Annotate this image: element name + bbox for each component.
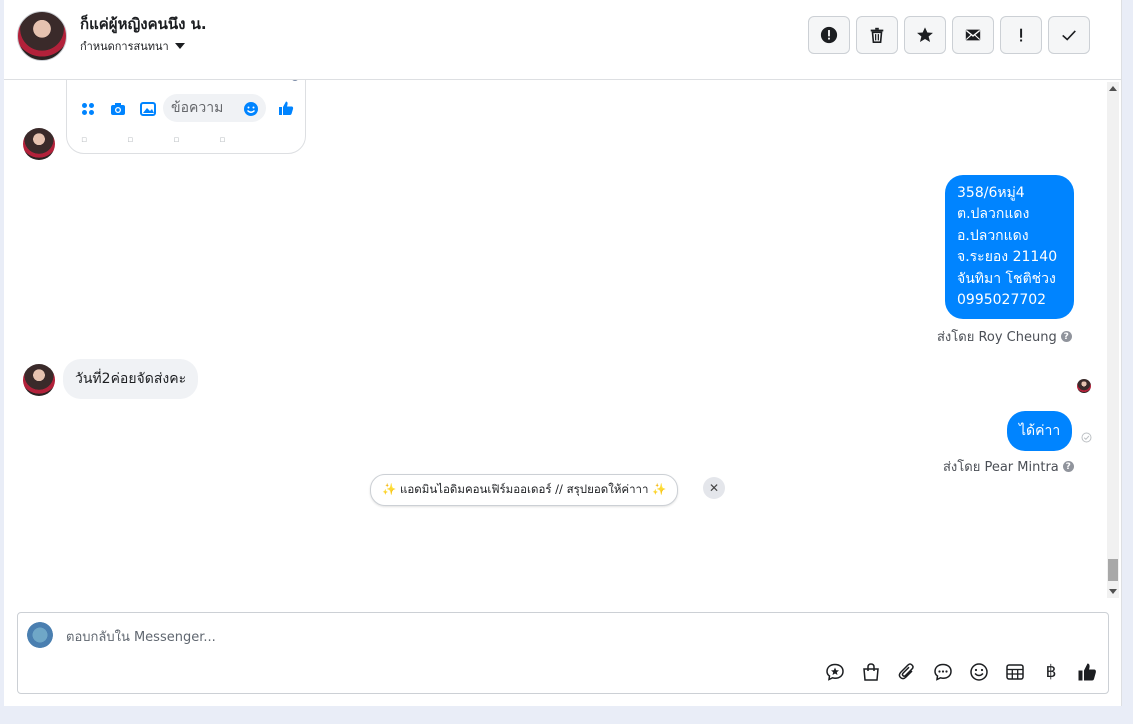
chat-options-button[interactable] [932, 661, 954, 683]
thread-scrollbar[interactable] [1107, 82, 1119, 598]
baht-icon: ฿ [1045, 662, 1057, 682]
shopping-bag-icon [863, 663, 879, 681]
composer-toolbar: ฿ [824, 661, 1098, 683]
attachment-status-icon [291, 80, 299, 81]
attach-file-button[interactable] [896, 661, 918, 683]
address-line: จันทิมา โชติช่วง [957, 270, 1056, 287]
close-suggestion-button[interactable]: ✕ [703, 477, 725, 499]
address-line: อ.ปลวกแดง [957, 227, 1029, 244]
thumbs-up-icon [1078, 663, 1096, 681]
apps-icon [82, 103, 94, 115]
delivered-check-icon [1081, 432, 1092, 443]
assign-conversation-dropdown[interactable]: กำหนดการสนทนา [80, 37, 185, 55]
scroll-up-arrow-icon[interactable] [1109, 86, 1117, 91]
paperclip-icon [898, 663, 914, 680]
saved-replies-button[interactable] [824, 661, 846, 683]
shop-button[interactable] [860, 661, 882, 683]
help-icon[interactable]: ? [1062, 461, 1074, 472]
camera-icon [111, 103, 125, 115]
sender-text: ส่งโดย Roy Cheung [937, 330, 1057, 345]
sent-by-label: ส่งโดย Pear Mintra ? [943, 456, 1074, 477]
message-thread[interactable]: ข้อความ ▫▫▫▫ 358/6หมู่4 ต.ปลวกแดง อ.ปลวก… [4, 80, 1104, 600]
table-grid-icon [1006, 664, 1024, 680]
conversation-panel: ก็แค่ผู้หญิงคนนึง น. กำหนดการสนทนา ข้อคว… [4, 0, 1122, 706]
thumbs-up-icon [279, 101, 294, 115]
address-message-bubble[interactable]: 358/6หมู่4 ต.ปลวกแดง อ.ปลวกแดง จ.ระยอง 2… [945, 175, 1074, 319]
spam-button[interactable] [808, 16, 850, 54]
scroll-thumb[interactable] [1108, 559, 1118, 581]
send-like-button[interactable] [1076, 661, 1098, 683]
important-button[interactable] [1000, 16, 1042, 54]
emoji-button[interactable] [968, 661, 990, 683]
check-icon [1062, 30, 1076, 41]
reply-composer: ฿ [17, 612, 1109, 694]
header-actions [808, 16, 1090, 54]
conversation-header: ก็แค่ผู้หญิงคนนึง น. กำหนดการสนทนา [4, 0, 1121, 80]
photo-icon [140, 102, 156, 116]
payment-button[interactable]: ฿ [1040, 661, 1062, 683]
delete-button[interactable] [856, 16, 898, 54]
seen-avatar [1077, 379, 1091, 393]
address-line: 358/6หมู่4 [957, 185, 1025, 201]
close-icon: ✕ [708, 481, 720, 495]
contact-avatar-small [23, 128, 55, 160]
exclamation-icon [1020, 28, 1023, 42]
reply-message-bubble[interactable]: ได้ค่าา [1007, 411, 1073, 451]
sender-text: ส่งโดย Pear Mintra [943, 460, 1059, 475]
address-line: 0995027702 [957, 292, 1047, 309]
address-line: ต.ปลวกแดง [957, 206, 1030, 223]
page-avatar [27, 622, 53, 648]
suggested-reply-chip[interactable]: ✨ แอดมินไอดิมคอนเฟิร์มออเดอร์ // สรุปยอด… [370, 474, 679, 506]
sent-by-label: ส่งโดย Roy Cheung ? [937, 326, 1072, 347]
preview-footer-icons: ▫▫▫▫ [81, 135, 266, 145]
image-attachment[interactable]: ข้อความ ▫▫▫▫ [66, 80, 306, 154]
help-icon[interactable]: ? [1060, 331, 1072, 342]
mark-done-button[interactable] [1048, 16, 1090, 54]
contact-avatar-small [23, 364, 55, 396]
mark-unread-button[interactable] [952, 16, 994, 54]
reply-input[interactable] [64, 627, 768, 647]
alert-circle-icon [820, 26, 838, 44]
table-button[interactable] [1004, 661, 1026, 683]
emoji-icon [244, 102, 258, 116]
chat-dots-icon [934, 663, 952, 681]
envelope-icon [965, 29, 981, 41]
star-icon [917, 27, 933, 43]
trash-icon [870, 27, 884, 44]
assign-label: กำหนดการสนทนา [80, 40, 169, 53]
caret-down-icon [174, 43, 185, 49]
address-line: จ.ระยอง 21140 [957, 249, 1058, 266]
contact-name[interactable]: ก็แค่ผู้หญิงคนนึง น. [80, 12, 207, 36]
star-button[interactable] [904, 16, 946, 54]
contact-avatar[interactable] [17, 11, 67, 61]
chat-star-icon [826, 663, 844, 681]
incoming-message-bubble[interactable]: วันที่2ค่อยจัดส่งคะ [63, 359, 199, 399]
scroll-down-arrow-icon[interactable] [1109, 589, 1117, 594]
smiley-icon [970, 663, 988, 681]
